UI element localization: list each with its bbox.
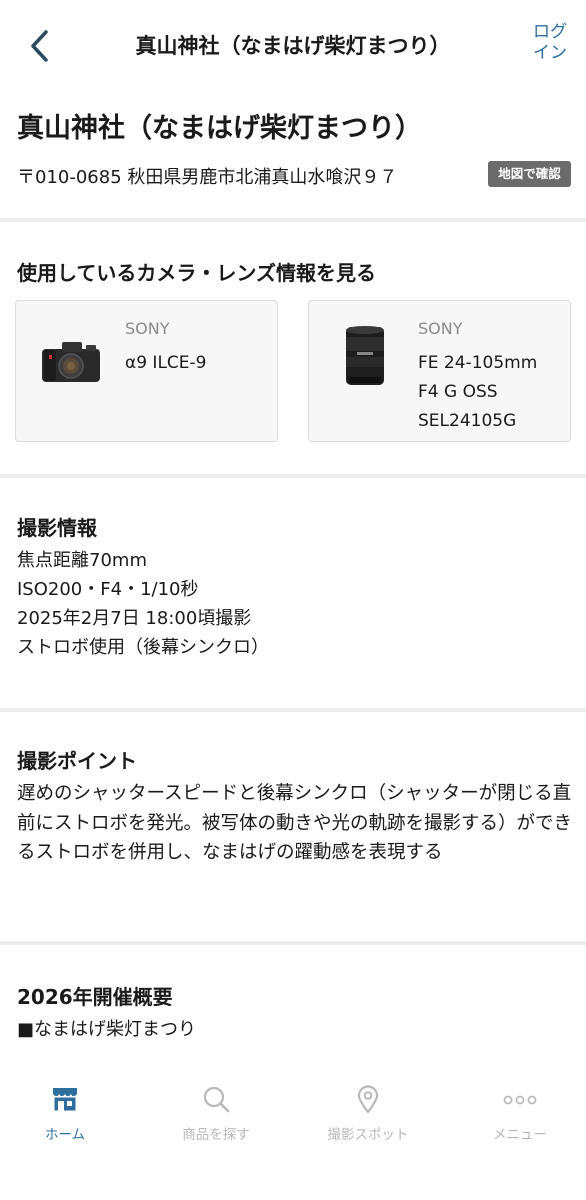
section-divider	[0, 474, 586, 478]
camera-brand: SONY	[125, 319, 170, 338]
camera-image	[42, 342, 100, 382]
tab-photo-spots[interactable]: 撮影スポット	[295, 1084, 441, 1143]
login-link[interactable]: ログ イン	[528, 22, 572, 64]
tab-label: 商品を探す	[182, 1127, 250, 1143]
lens-image	[346, 326, 384, 385]
lens-model-line: SEL24105G	[418, 411, 517, 431]
bottom-tab-bar: ホーム 商品を探す 撮影スポット メニュー	[0, 1072, 586, 1200]
camera-card[interactable]: SONY α9 ILCE-9	[15, 300, 278, 442]
shooting-info-line: ストロボ使用（後幕シンクロ）	[17, 637, 269, 658]
shooting-point-heading: 撮影ポイント	[17, 749, 137, 773]
event-line: ■なまはげ柴灯まつり	[17, 1019, 197, 1040]
tab-label: メニュー	[493, 1127, 547, 1143]
section-divider	[0, 708, 586, 712]
shooting-info-heading: 撮影情報	[17, 516, 97, 540]
section-divider	[0, 218, 586, 222]
header-title: 真山神社（なまはげ柴灯まつり）	[135, 34, 451, 58]
event-heading: 2026年開催概要	[17, 985, 173, 1009]
tab-menu[interactable]: メニュー	[447, 1084, 586, 1143]
lens-model: FE 24-105mm F4 G OSS SEL24105G	[418, 349, 568, 436]
lens-card[interactable]: SONY FE 24-105mm F4 G OSS SEL24105G	[308, 300, 571, 442]
more-icon	[503, 1095, 537, 1105]
tab-search-products[interactable]: 商品を探す	[143, 1084, 289, 1143]
back-button[interactable]	[22, 26, 58, 66]
map-pin-icon	[357, 1085, 379, 1114]
tab-label: 撮影スポット	[327, 1127, 409, 1143]
place-title: 真山神社（なまはげ柴灯まつり）	[17, 113, 422, 144]
tab-label: ホーム	[44, 1127, 86, 1143]
shooting-info-line: 2025年2月7日 18:00頃撮影	[17, 608, 252, 629]
camera-model-line: α9 ILCE-9	[125, 353, 207, 373]
chevron-left-icon	[31, 30, 48, 62]
login-label-line1: ログ	[533, 22, 567, 42]
shooting-info-line: ISO200・F4・1/10秒	[17, 579, 199, 600]
lens-model-line: F4 G OSS	[418, 382, 498, 402]
lens-model-line: FE 24-105mm	[418, 353, 538, 373]
section-divider	[0, 941, 586, 945]
shooting-info-line: 焦点距離70mm	[17, 550, 147, 571]
address: 〒010-0685 秋田県男鹿市北浦真山水喰沢９７	[17, 167, 398, 188]
login-label-line2: イン	[533, 43, 567, 63]
store-icon	[53, 1088, 77, 1111]
camera-model: α9 ILCE-9	[125, 349, 275, 378]
lens-brand: SONY	[418, 319, 463, 338]
top-bar: 真山神社（なまはげ柴灯まつり） ログ イン	[0, 0, 586, 92]
map-button[interactable]: 地図で確認	[488, 161, 571, 187]
shooting-point-text: 遅めのシャッタースピードと後幕シンクロ（シャッターが閉じる直前にストロボを発光。…	[17, 783, 573, 863]
search-icon	[203, 1086, 230, 1113]
gear-heading[interactable]: 使用しているカメラ・レンズ情報を見る	[17, 257, 376, 286]
shooting-info-list: 焦点距離70mm ISO200・F4・1/10秒 2025年2月7日 18:00…	[17, 546, 269, 662]
tab-home[interactable]: ホーム	[0, 1084, 138, 1143]
